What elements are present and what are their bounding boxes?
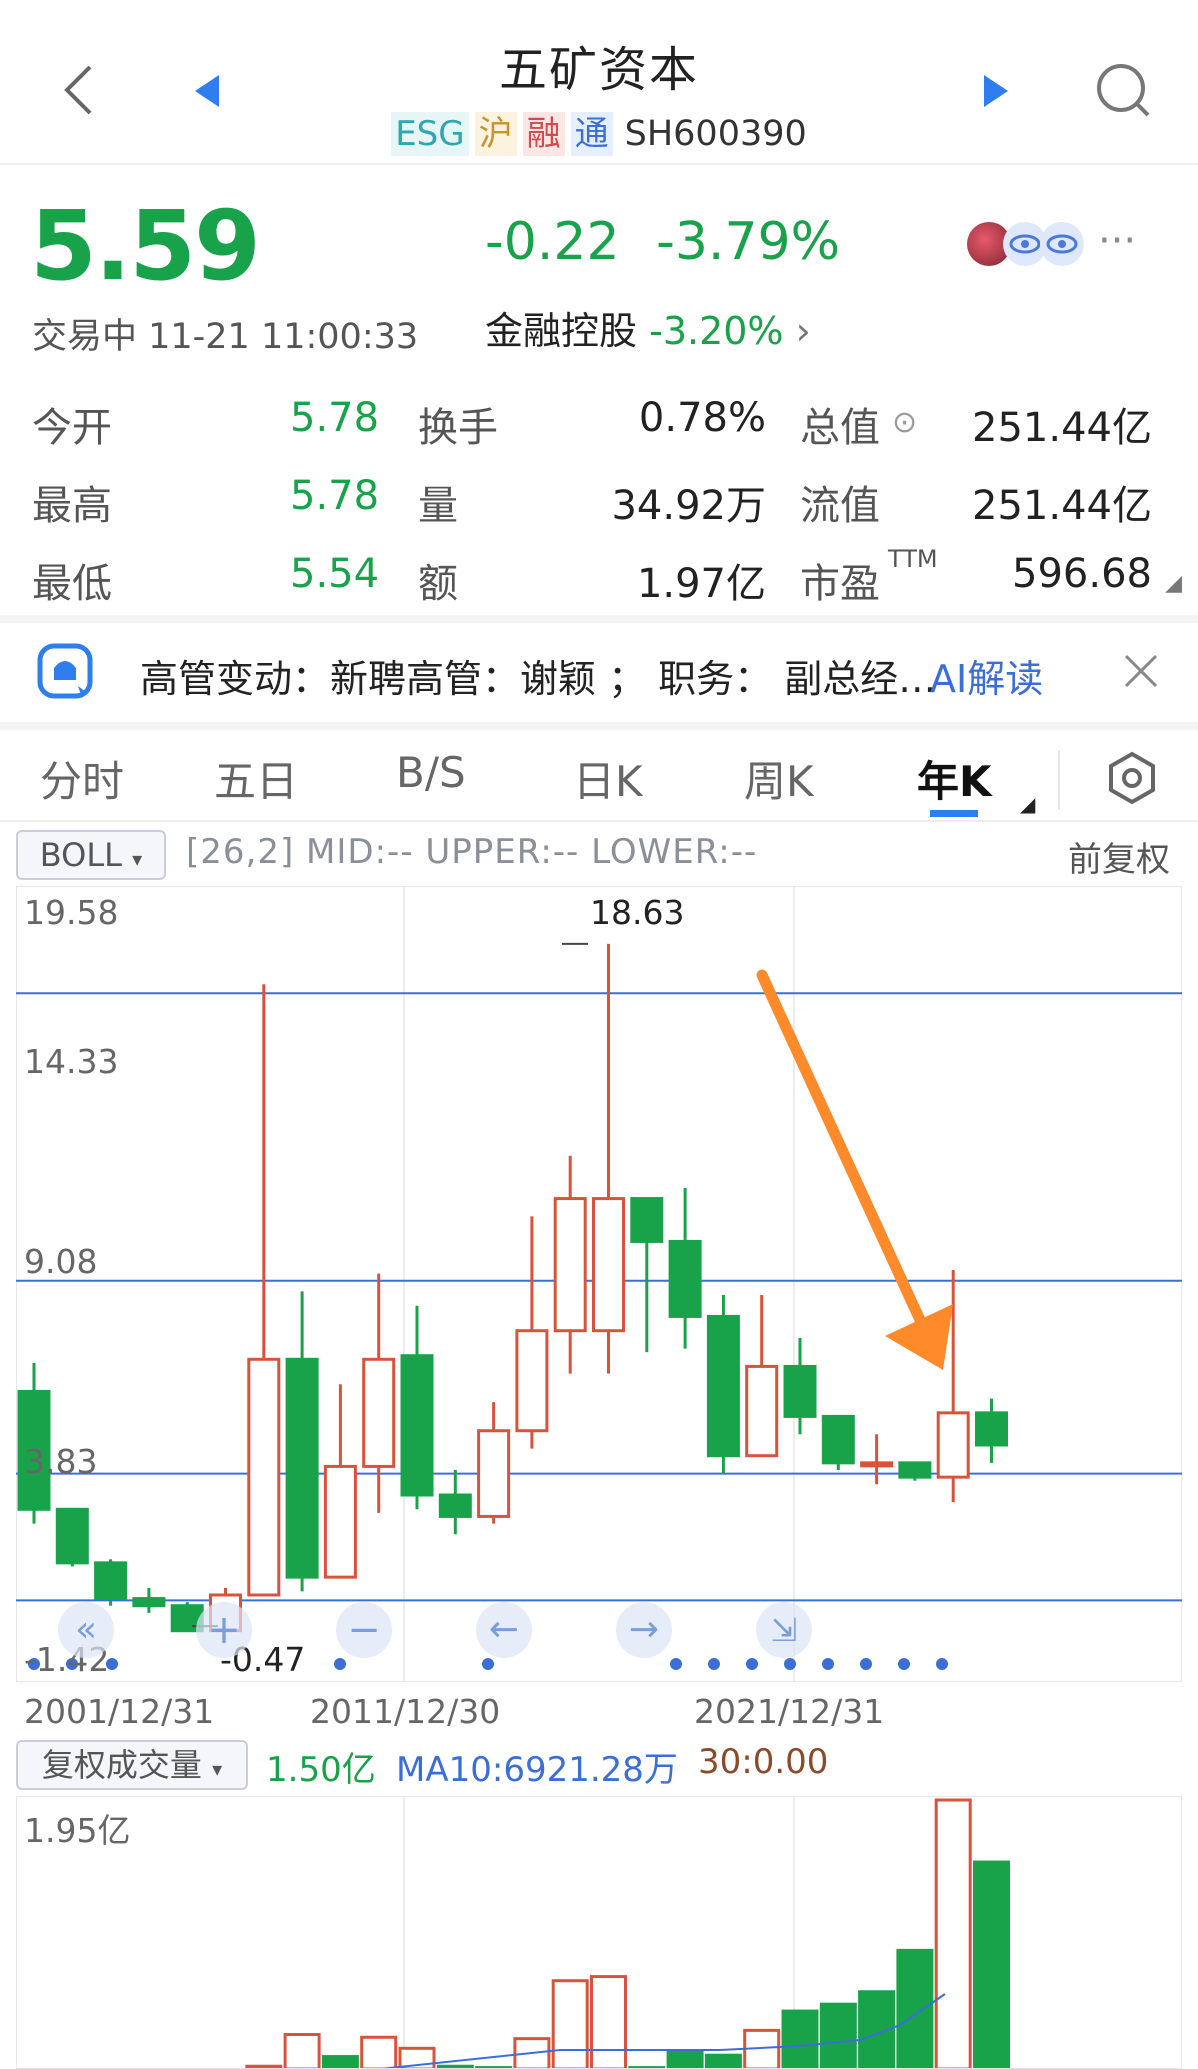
candle-body: [936, 1411, 970, 1479]
candle-body: [285, 1357, 319, 1579]
timeline-dot: [482, 1658, 494, 1670]
y-tick-label: 19.58: [24, 893, 119, 932]
candle-body: [94, 1561, 128, 1601]
timeline-dot: [746, 1658, 758, 1670]
volume-max-label: 1.95亿: [24, 1811, 131, 1850]
volume-type-label: 复权成交量: [41, 1746, 202, 1784]
max-price-label: 18.63: [590, 893, 685, 932]
volume-chart-frame: [16, 1796, 1182, 2069]
candle-body: [400, 1354, 434, 1497]
candle-body: [247, 1357, 281, 1597]
timeline-dot: [898, 1658, 910, 1670]
timeline-dot: [784, 1658, 796, 1670]
caret-down-icon: ▾: [212, 1757, 223, 1781]
timeline-dot: [822, 1658, 834, 1670]
candle-body: [323, 1464, 357, 1579]
timeline-dot: [936, 1658, 948, 1670]
candle-body: [898, 1461, 932, 1479]
y-tick-label: 14.33: [24, 1042, 119, 1081]
candle-body: [745, 1364, 779, 1458]
scroll-left-icon[interactable]: ←: [476, 1602, 532, 1658]
timeline-dot: [670, 1658, 682, 1670]
candle-body: [975, 1411, 1008, 1447]
volume-current: 1.50亿: [266, 1750, 376, 1790]
timeline-dot: [334, 1658, 346, 1670]
volume-ma10: MA10:6921.28万: [396, 1750, 678, 1790]
zoom-out-icon[interactable]: −: [336, 1602, 392, 1658]
volume-ma30: 30:0.00: [698, 1742, 829, 1782]
candle-body: [132, 1597, 166, 1608]
candle-body: [55, 1507, 89, 1565]
candle-body: [706, 1314, 740, 1458]
timeline-dot: [860, 1658, 872, 1670]
candle-body: [362, 1357, 396, 1468]
candle-body: [630, 1197, 664, 1243]
candle-body: [477, 1429, 511, 1518]
x-tick-label: 2011/12/30: [310, 1692, 501, 1731]
fullscreen-icon[interactable]: ⇲: [756, 1602, 812, 1658]
candle-body: [592, 1197, 625, 1333]
candle-body: [783, 1364, 817, 1418]
candle-body: [515, 1329, 549, 1433]
candle-body: [553, 1197, 587, 1333]
x-tick-label: 2021/12/31: [694, 1692, 885, 1731]
y-tick-label: 3.83: [24, 1442, 98, 1481]
annotation-arrow: [756, 969, 926, 1326]
volume-type-select[interactable]: 复权成交量 ▾: [16, 1740, 248, 1790]
x-tick-label: 2001/12/31: [24, 1692, 215, 1731]
y-tick-label: 9.08: [24, 1242, 98, 1281]
candle-body: [438, 1493, 472, 1518]
rewind-icon[interactable]: «: [58, 1602, 114, 1658]
candle-body: [668, 1239, 702, 1318]
candle-body: [821, 1414, 855, 1465]
candle-body: [860, 1461, 894, 1468]
zoom-in-icon[interactable]: +: [196, 1602, 252, 1658]
timeline-dot: [708, 1658, 720, 1670]
scroll-right-icon[interactable]: →: [616, 1602, 672, 1658]
